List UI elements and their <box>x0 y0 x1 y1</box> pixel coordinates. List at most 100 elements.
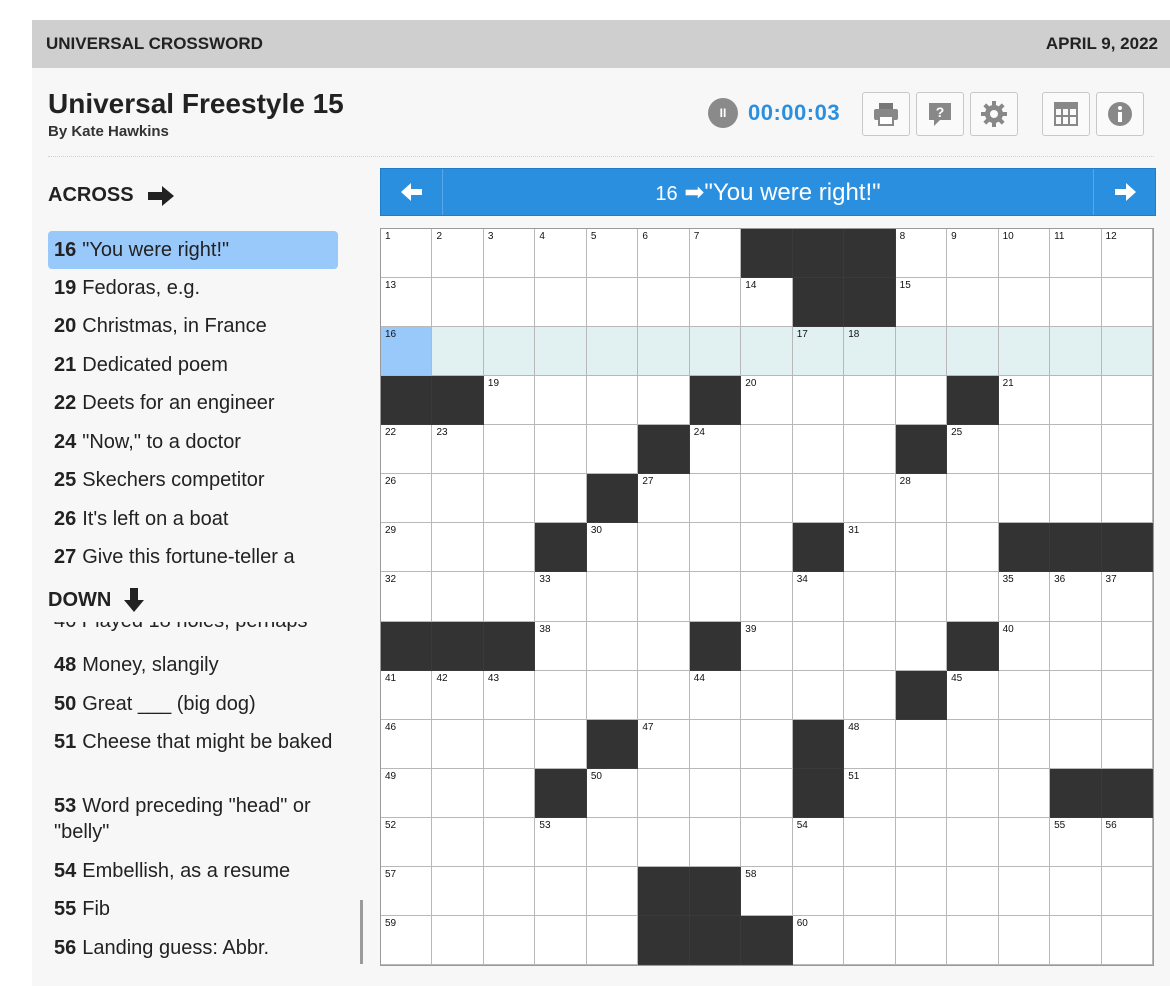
grid-cell[interactable] <box>586 817 639 867</box>
grid-cell[interactable]: 42 <box>432 670 484 720</box>
grid-cell[interactable]: 46 <box>381 719 433 769</box>
grid-cell[interactable] <box>483 768 536 818</box>
grid-cell[interactable] <box>535 425 587 475</box>
grid-cell[interactable] <box>844 817 896 867</box>
grid-cell[interactable]: 55 <box>1050 817 1102 867</box>
grid-cell[interactable] <box>535 866 587 916</box>
grid-cell[interactable] <box>947 719 999 769</box>
grid-cell[interactable] <box>1050 866 1102 916</box>
grid-cell[interactable] <box>844 425 896 475</box>
grid-cell[interactable] <box>483 866 536 916</box>
grid-cell[interactable]: 15 <box>895 278 948 328</box>
grid-cell[interactable] <box>792 866 845 916</box>
grid-cell[interactable] <box>535 278 587 328</box>
grid-cell[interactable] <box>741 327 793 377</box>
clue-item[interactable]: 26 It's left on a boat <box>48 506 338 532</box>
grid-cell[interactable] <box>638 376 690 426</box>
grid-cell[interactable] <box>1050 327 1102 377</box>
grid-cell[interactable] <box>483 572 536 622</box>
grid-cell[interactable] <box>741 670 793 720</box>
clue-item[interactable]: 20 Christmas, in France <box>48 313 338 339</box>
clue-item[interactable]: 48 Money, slangily <box>48 652 338 678</box>
grid-cell[interactable] <box>689 572 742 622</box>
grid-cell[interactable]: 16 <box>381 327 433 377</box>
grid-cell[interactable]: 34 <box>792 572 845 622</box>
grid-cell[interactable]: 6 <box>638 229 690 279</box>
grid-cell[interactable] <box>741 768 793 818</box>
grid-cell[interactable] <box>998 817 1051 867</box>
clue-item[interactable]: 54 Embellish, as a resume <box>48 858 338 884</box>
grid-cell[interactable] <box>638 768 690 818</box>
grid-cell[interactable] <box>947 474 999 524</box>
grid-cell[interactable] <box>638 670 690 720</box>
grid-cell[interactable] <box>844 474 896 524</box>
grid-cell[interactable] <box>586 278 639 328</box>
grid-cell[interactable]: 40 <box>998 621 1051 671</box>
grid-cell[interactable] <box>792 621 845 671</box>
grid-cell[interactable]: 53 <box>535 817 587 867</box>
print-button[interactable] <box>862 92 910 136</box>
grid-cell[interactable] <box>483 474 536 524</box>
grid-cell[interactable] <box>947 327 999 377</box>
grid-cell[interactable] <box>432 768 484 818</box>
grid-cell[interactable] <box>947 278 999 328</box>
pause-button[interactable]: II <box>708 98 738 128</box>
grid-cell[interactable] <box>792 425 845 475</box>
clue-item[interactable]: 55 Fib <box>48 896 338 922</box>
grid-cell[interactable] <box>792 670 845 720</box>
grid-cell[interactable]: 57 <box>381 866 433 916</box>
grid-cell[interactable]: 26 <box>381 474 433 524</box>
grid-cell[interactable] <box>483 719 536 769</box>
clue-item[interactable]: 53 Word preceding "head" or "belly" <box>48 793 338 845</box>
grid-cell[interactable] <box>638 327 690 377</box>
grid-cell[interactable] <box>586 866 639 916</box>
grid-cell[interactable] <box>483 425 536 475</box>
grid-cell[interactable] <box>895 719 948 769</box>
grid-cell[interactable] <box>947 572 999 622</box>
grid-cell[interactable]: 3 <box>483 229 536 279</box>
grid-cell[interactable] <box>895 817 948 867</box>
grid-cell[interactable]: 27 <box>638 474 690 524</box>
grid-cell[interactable] <box>1050 474 1102 524</box>
grid-cell[interactable]: 31 <box>844 523 896 573</box>
grid-cell[interactable] <box>741 474 793 524</box>
grid-cell[interactable] <box>586 425 639 475</box>
grid-cell[interactable] <box>998 670 1051 720</box>
grid-cell[interactable] <box>1101 621 1153 671</box>
grid-cell[interactable]: 52 <box>381 817 433 867</box>
grid-cell[interactable] <box>844 866 896 916</box>
grid-cell[interactable] <box>638 523 690 573</box>
grid-cell[interactable] <box>689 523 742 573</box>
grid-cell[interactable] <box>1101 719 1153 769</box>
clue-item[interactable]: 56 Landing guess: Abbr. <box>48 935 338 961</box>
grid-cell[interactable]: 35 <box>998 572 1051 622</box>
grid-cell[interactable] <box>586 376 639 426</box>
grid-cell[interactable]: 2 <box>432 229 484 279</box>
grid-cell[interactable] <box>483 817 536 867</box>
settings-button[interactable] <box>970 92 1018 136</box>
grid-cell[interactable] <box>1101 327 1153 377</box>
grid-cell[interactable]: 10 <box>998 229 1051 279</box>
grid-cell[interactable] <box>638 278 690 328</box>
grid-cell[interactable]: 17 <box>792 327 845 377</box>
grid-cell[interactable] <box>947 915 999 965</box>
grid-cell[interactable] <box>844 376 896 426</box>
grid-cell[interactable] <box>432 817 484 867</box>
grid-cell[interactable] <box>483 915 536 965</box>
grid-cell[interactable]: 14 <box>741 278 793 328</box>
grid-cell[interactable]: 13 <box>381 278 433 328</box>
grid-view-button[interactable] <box>1042 92 1090 136</box>
grid-cell[interactable] <box>535 474 587 524</box>
grid-cell[interactable]: 44 <box>689 670 742 720</box>
grid-cell[interactable]: 60 <box>792 915 845 965</box>
grid-cell[interactable] <box>689 817 742 867</box>
grid-cell[interactable] <box>1101 278 1153 328</box>
grid-cell[interactable] <box>1050 719 1102 769</box>
grid-cell[interactable] <box>998 866 1051 916</box>
grid-cell[interactable] <box>432 523 484 573</box>
grid-cell[interactable]: 22 <box>381 425 433 475</box>
grid-cell[interactable] <box>586 327 639 377</box>
grid-cell[interactable]: 23 <box>432 425 484 475</box>
clue-item[interactable]: 16 "You were right!" <box>48 231 338 269</box>
grid-cell[interactable]: 7 <box>689 229 742 279</box>
